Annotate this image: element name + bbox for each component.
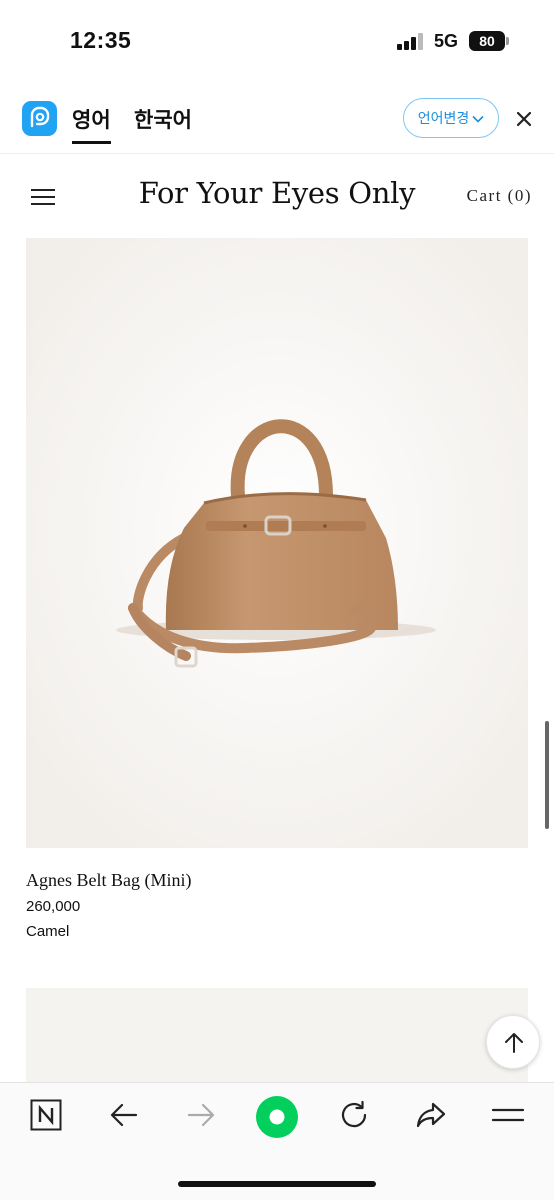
tan-leather-handbag-icon xyxy=(26,238,528,848)
refresh-icon xyxy=(341,1100,367,1128)
translate-bar: 영어 한국어 언어변경 xyxy=(0,84,554,154)
status-bar: 12:35 5G 80 xyxy=(0,0,554,84)
next-product-image[interactable] xyxy=(26,988,528,1082)
home-indicator xyxy=(178,1181,376,1187)
cart-link[interactable]: Cart (0) xyxy=(467,186,532,206)
green-circle-icon xyxy=(256,1096,298,1138)
menu-icon xyxy=(492,1108,524,1122)
scrollbar[interactable] xyxy=(545,721,549,829)
product-image[interactable] xyxy=(26,238,528,848)
refresh-button[interactable] xyxy=(324,1083,384,1153)
signal-icon xyxy=(397,33,425,50)
tab-korean[interactable]: 한국어 xyxy=(134,104,192,144)
product-name[interactable]: Agnes Belt Bag (Mini) xyxy=(26,870,191,891)
tab-english[interactable]: 영어 xyxy=(72,104,111,144)
status-time: 12:35 xyxy=(70,27,132,53)
site-header: For Your Eyes Only Cart (0) xyxy=(0,154,554,238)
share-icon xyxy=(416,1102,446,1128)
chevron-down-icon xyxy=(472,115,484,123)
menu-button[interactable] xyxy=(478,1083,538,1153)
network-type: 5G xyxy=(434,31,459,51)
forward-arrow-icon xyxy=(187,1103,215,1127)
battery-icon: 80 xyxy=(469,31,505,51)
share-button[interactable] xyxy=(401,1083,461,1153)
back-arrow-icon xyxy=(110,1103,138,1127)
naver-home-button[interactable] xyxy=(16,1083,76,1153)
scroll-to-top-button[interactable] xyxy=(486,1015,540,1069)
change-language-button[interactable]: 언어변경 xyxy=(403,98,499,138)
battery-cap xyxy=(506,37,509,45)
papago-logo-icon[interactable] xyxy=(22,101,57,136)
product-price: 260,000 xyxy=(26,898,81,915)
back-button[interactable] xyxy=(94,1083,154,1153)
arrow-up-icon xyxy=(505,1033,523,1053)
change-language-label: 언어변경 xyxy=(417,110,470,126)
naver-home-icon xyxy=(30,1099,62,1131)
product-color: Camel xyxy=(26,923,70,940)
close-icon[interactable] xyxy=(514,109,534,129)
forward-button[interactable] xyxy=(171,1083,231,1153)
green-dot-button[interactable] xyxy=(247,1083,307,1153)
